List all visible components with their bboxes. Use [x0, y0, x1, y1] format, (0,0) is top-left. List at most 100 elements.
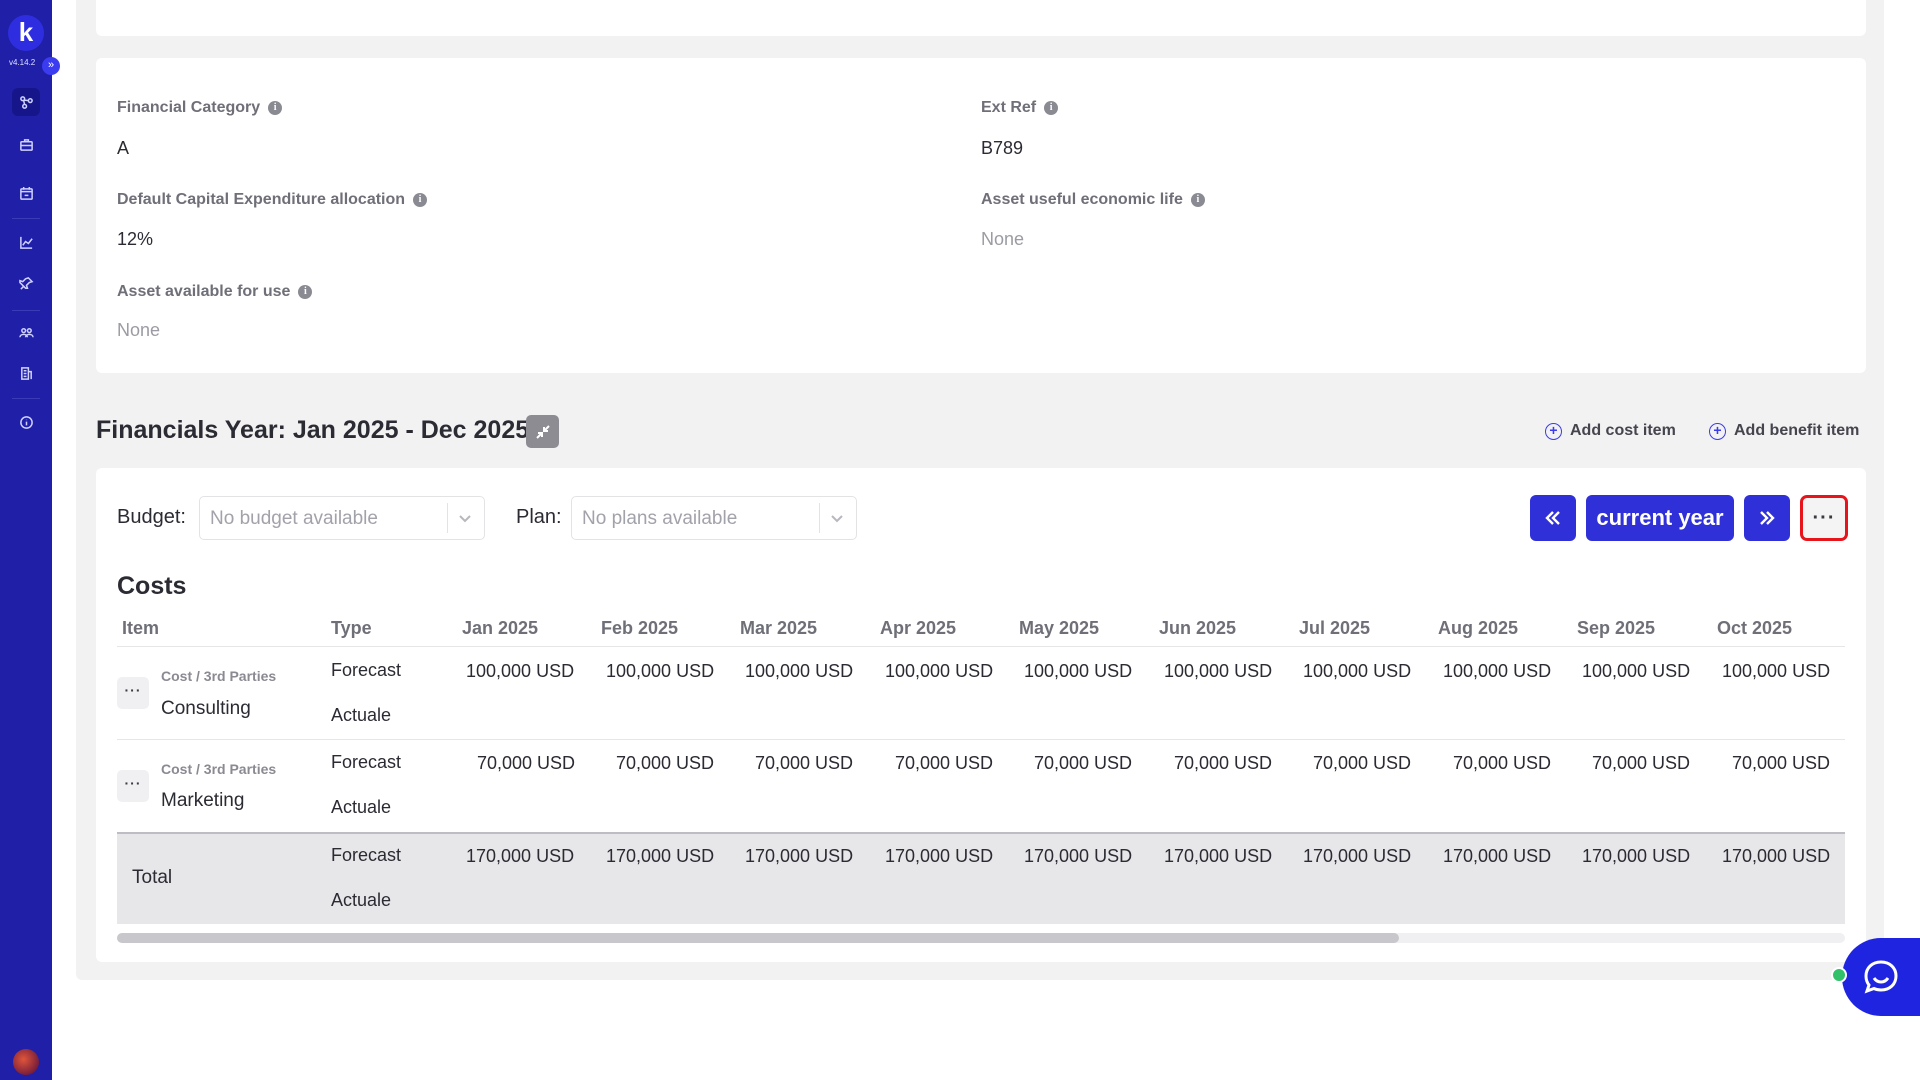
financial-category-value: A — [117, 138, 130, 158]
column-header-month[interactable]: Apr 2025 — [880, 618, 956, 639]
forecast-cell[interactable]: 100,000 USD — [1582, 661, 1690, 682]
nav-info-icon[interactable] — [12, 408, 40, 436]
info-icon[interactable]: i — [413, 193, 428, 207]
column-header-month[interactable]: Mar 2025 — [740, 618, 817, 639]
nav-network-icon[interactable] — [12, 88, 40, 116]
capex-allocation-label-text: Default Capital Expenditure allocation — [117, 191, 406, 208]
nav-pin-icon[interactable] — [12, 269, 40, 297]
forecast-cell[interactable]: 70,000 USD — [616, 753, 714, 774]
horizontal-scrollbar-thumb[interactable] — [117, 933, 1399, 943]
plus-circle-icon: + — [1545, 422, 1562, 440]
row-divider — [117, 739, 1845, 740]
forecast-cell[interactable]: 70,000 USD — [1592, 753, 1690, 774]
add-cost-item-label: Add cost item — [1570, 422, 1676, 439]
select-divider — [447, 503, 448, 533]
app-logo[interactable]: k — [8, 15, 44, 51]
forecast-label: Forecast — [331, 660, 402, 680]
budget-select[interactable]: No budget available — [199, 496, 485, 540]
info-icon[interactable]: i — [298, 285, 313, 299]
nav-people-icon[interactable] — [12, 318, 40, 346]
ext-ref-label-text: Ext Ref — [981, 99, 1037, 116]
row-options-button[interactable]: ··· — [117, 770, 149, 802]
chat-icon — [1864, 960, 1898, 994]
capex-allocation-label: Default Capital Expenditure allocation i — [117, 191, 428, 209]
ext-ref-value: B789 — [981, 138, 1024, 158]
row-category: Cost / 3rd Parties — [161, 668, 277, 684]
forecast-cell[interactable]: 70,000 USD — [895, 753, 993, 774]
forecast-cell[interactable]: 70,000 USD — [1034, 753, 1132, 774]
select-divider — [819, 503, 820, 533]
chevron-down-icon[interactable] — [830, 511, 844, 525]
user-avatar[interactable] — [13, 1049, 39, 1075]
info-icon[interactable]: i — [1044, 101, 1059, 115]
nav-chart-icon[interactable] — [12, 228, 40, 256]
forecast-cell[interactable]: 70,000 USD — [477, 753, 575, 774]
forecast-cell[interactable]: 100,000 USD — [745, 661, 853, 682]
add-benefit-item-label: Add benefit item — [1734, 422, 1860, 439]
total-cell: 170,000 USD — [466, 846, 575, 866]
version-label: v4.14.2 — [9, 58, 36, 67]
column-header-item[interactable]: Item — [122, 618, 159, 639]
column-header-month[interactable]: Jun 2025 — [1159, 618, 1236, 639]
forecast-cell[interactable]: 70,000 USD — [755, 753, 853, 774]
actual-label: Actuale — [331, 890, 392, 910]
forecast-label: Forecast — [331, 845, 402, 865]
forecast-cell[interactable]: 70,000 USD — [1732, 753, 1830, 774]
nav-briefcase-icon[interactable] — [12, 130, 40, 158]
collapse-button[interactable] — [526, 415, 559, 448]
financial-category-label-text: Financial Category — [117, 99, 261, 116]
total-cell: 170,000 USD — [745, 846, 854, 866]
forecast-cell[interactable]: 70,000 USD — [1174, 753, 1272, 774]
forecast-cell[interactable]: 70,000 USD — [1453, 753, 1551, 774]
online-status-dot — [1831, 967, 1847, 983]
nav-separator — [12, 218, 40, 219]
nav-building-icon[interactable] — [12, 359, 40, 387]
sidebar: k v4.14.2 » — [0, 0, 60, 1080]
forecast-cell[interactable]: 100,000 USD — [1024, 661, 1132, 682]
financial-category-label: Financial Category i — [117, 99, 283, 117]
double-chevron-left-icon — [1545, 511, 1560, 525]
ext-ref-label: Ext Ref i — [981, 99, 1059, 117]
forecast-cell[interactable]: 100,000 USD — [1443, 661, 1551, 682]
forecast-cell[interactable]: 100,000 USD — [606, 661, 714, 682]
nav-calendar-icon[interactable] — [12, 179, 40, 207]
total-cell: 170,000 USD — [1582, 846, 1691, 866]
previous-year-button[interactable] — [1530, 495, 1576, 541]
add-cost-item-link[interactable]: + Add cost item — [1545, 422, 1676, 440]
column-header-month[interactable]: Feb 2025 — [601, 618, 678, 639]
column-header-month[interactable]: May 2025 — [1019, 618, 1099, 639]
forecast-cell[interactable]: 70,000 USD — [1313, 753, 1411, 774]
info-icon[interactable]: i — [1190, 193, 1205, 207]
forecast-cell[interactable]: 100,000 USD — [466, 661, 574, 682]
column-header-month[interactable]: Aug 2025 — [1438, 618, 1518, 639]
info-icon[interactable]: i — [268, 101, 283, 115]
current-year-button[interactable]: current year — [1586, 495, 1734, 541]
forecast-cell[interactable]: 100,000 USD — [1722, 661, 1830, 682]
more-options-button[interactable]: ··· — [1800, 495, 1848, 541]
total-cell: 170,000 USD — [1722, 846, 1831, 866]
forecast-cell[interactable]: 100,000 USD — [1164, 661, 1272, 682]
plan-placeholder: No plans available — [582, 508, 738, 529]
next-year-button[interactable] — [1744, 495, 1790, 541]
column-header-month[interactable]: Sep 2025 — [1577, 618, 1655, 639]
nav-separator — [12, 310, 40, 311]
forecast-cell[interactable]: 100,000 USD — [1303, 661, 1411, 682]
nav-separator — [12, 398, 40, 399]
capex-allocation-value: 12% — [117, 229, 154, 249]
row-item-name: Marketing — [161, 790, 245, 811]
chat-widget-button[interactable] — [1842, 938, 1920, 1016]
column-header-month[interactable]: Jan 2025 — [462, 618, 538, 639]
column-header-month[interactable]: Jul 2025 — [1299, 618, 1370, 639]
column-header-type[interactable]: Type — [331, 618, 372, 639]
column-header-month[interactable]: Oct 2025 — [1717, 618, 1792, 639]
plan-select[interactable]: No plans available — [571, 496, 857, 540]
forecast-label: Forecast — [331, 752, 402, 772]
row-item-name: Consulting — [161, 698, 251, 719]
add-benefit-item-link[interactable]: + Add benefit item — [1709, 422, 1859, 440]
row-options-button[interactable]: ··· — [117, 677, 149, 709]
forecast-cell[interactable]: 100,000 USD — [885, 661, 993, 682]
header-divider — [117, 646, 1845, 647]
chevron-down-icon[interactable] — [458, 511, 472, 525]
double-chevron-right-icon — [1760, 511, 1775, 525]
useful-life-label: Asset useful economic life i — [981, 191, 1205, 209]
